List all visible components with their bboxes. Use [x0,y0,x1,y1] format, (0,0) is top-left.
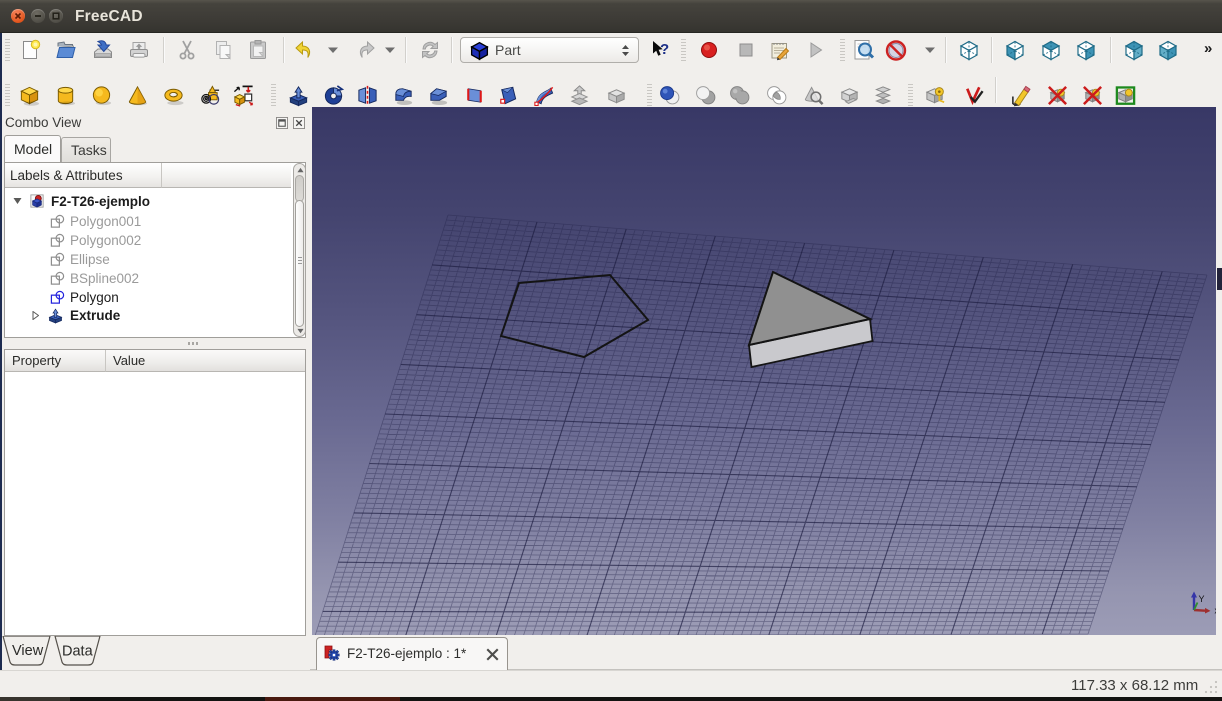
svg-text:Y: Y [1199,594,1205,604]
svg-text:Data: Data [62,644,94,660]
svg-text:?: ? [660,41,669,58]
svg-text:View: View [12,643,44,659]
